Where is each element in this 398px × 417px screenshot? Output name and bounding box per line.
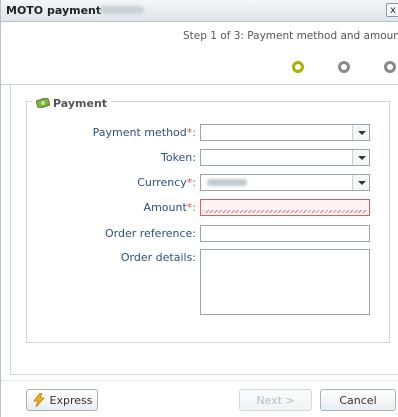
step-3-indicator bbox=[384, 61, 396, 73]
moto-payment-dialog: MOTO payment x Step 1 of 3: Payment meth… bbox=[0, 0, 398, 417]
step-indicator-text: Step 1 of 3: Payment method and amount bbox=[183, 30, 398, 42]
amount-input[interactable] bbox=[200, 199, 370, 216]
currency-redacted-value bbox=[207, 179, 247, 186]
chevron-down-icon[interactable] bbox=[352, 125, 369, 140]
currency-label: Currency*: bbox=[137, 176, 196, 189]
required-mark: *: bbox=[186, 201, 196, 214]
chevron-down-icon[interactable] bbox=[352, 175, 369, 190]
required-mark: *: bbox=[186, 176, 196, 189]
order-reference-input[interactable] bbox=[200, 225, 370, 242]
fieldset-legend: Payment bbox=[32, 96, 112, 110]
next-button-label: Next > bbox=[256, 393, 295, 407]
order-details-label: Order details: bbox=[120, 251, 196, 264]
payment-method-select[interactable] bbox=[200, 124, 370, 141]
amount-label: Amount*: bbox=[143, 201, 196, 214]
title-redacted-text bbox=[100, 6, 144, 14]
cancel-button[interactable]: Cancel bbox=[320, 389, 396, 411]
order-details-textarea[interactable] bbox=[200, 249, 370, 315]
cancel-button-label: Cancel bbox=[339, 393, 377, 407]
window-title: MOTO payment bbox=[6, 4, 102, 17]
currency-select[interactable] bbox=[200, 174, 370, 191]
token-label: Token: bbox=[160, 151, 196, 164]
step-2-indicator bbox=[338, 61, 350, 73]
order-reference-label: Order reference: bbox=[105, 227, 196, 240]
money-icon bbox=[36, 98, 50, 108]
token-select[interactable] bbox=[200, 149, 370, 166]
close-button[interactable]: x bbox=[386, 3, 398, 17]
next-button[interactable]: Next > bbox=[239, 389, 312, 411]
lightning-icon bbox=[32, 393, 45, 407]
express-button[interactable]: Express bbox=[26, 389, 98, 411]
required-mark: *: bbox=[186, 126, 196, 139]
step-1-indicator bbox=[292, 61, 304, 73]
title-bar[interactable]: MOTO payment x bbox=[1, 0, 398, 22]
chevron-down-icon[interactable] bbox=[352, 150, 369, 165]
express-button-label: Express bbox=[49, 393, 93, 407]
spellcheck-underline bbox=[204, 210, 366, 213]
legend-label: Payment bbox=[53, 96, 108, 110]
payment-method-label: Payment method*: bbox=[92, 126, 196, 139]
footer-separator bbox=[1, 380, 398, 381]
